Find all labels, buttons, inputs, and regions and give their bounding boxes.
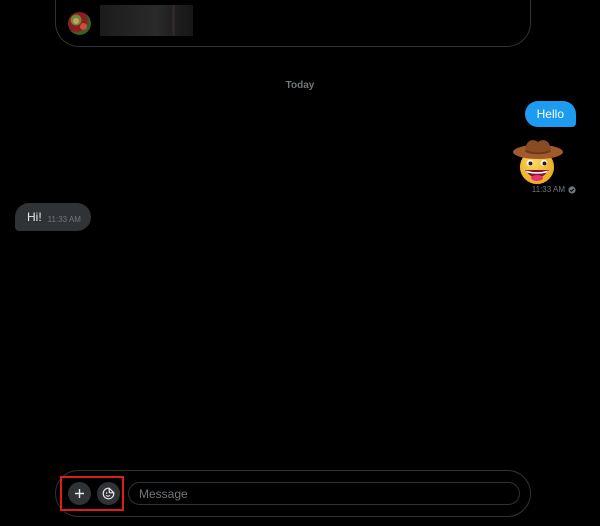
conversation-header[interactable] bbox=[55, 0, 531, 47]
avatar-detail bbox=[73, 18, 79, 24]
sent-message-time: 11:33 AM bbox=[531, 185, 565, 194]
avatar[interactable] bbox=[68, 12, 91, 35]
received-message-text: Hi! bbox=[27, 210, 42, 224]
check-circle-icon bbox=[568, 185, 576, 194]
cowboy-hat-face-emoji[interactable] bbox=[511, 136, 565, 186]
sticker-icon bbox=[102, 487, 115, 500]
message-input[interactable] bbox=[128, 482, 520, 505]
date-divider: Today bbox=[285, 80, 315, 91]
sticker-button[interactable] bbox=[97, 482, 120, 505]
sent-message-bubble[interactable]: Hello bbox=[524, 101, 576, 127]
plus-icon bbox=[75, 489, 84, 498]
redacted-name bbox=[100, 5, 193, 36]
received-message-time: 11:33 AM bbox=[47, 214, 81, 224]
avatar-detail bbox=[80, 23, 87, 30]
received-message-bubble[interactable]: Hi! 11:33 AM bbox=[15, 203, 91, 231]
dm-conversation-window: Today Hello 11:33 AM Hi! 11:33 AM Messag… bbox=[0, 0, 600, 526]
sent-message-meta: 11:33 AM bbox=[532, 185, 576, 194]
add-media-button[interactable] bbox=[68, 482, 91, 505]
